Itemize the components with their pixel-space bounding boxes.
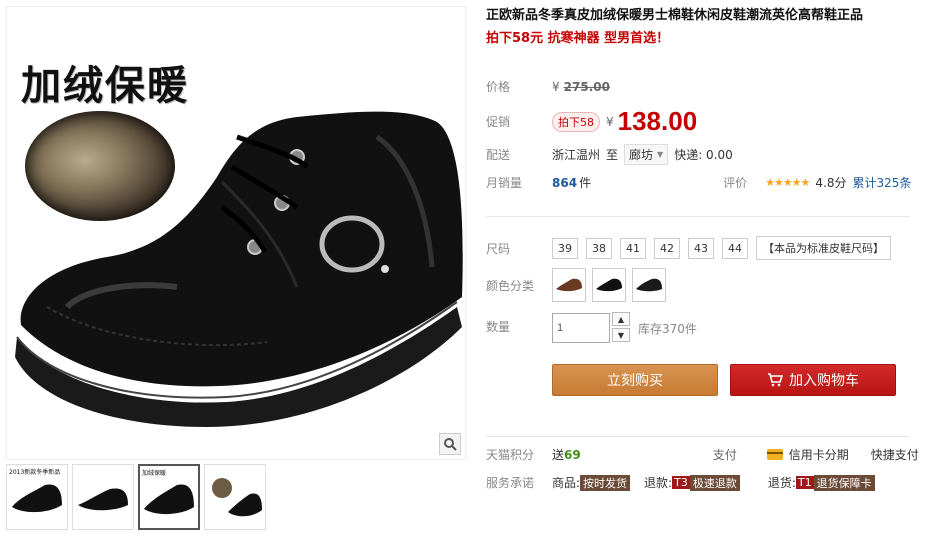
original-price: 275.00 bbox=[563, 79, 610, 94]
fast-refund-badge[interactable]: 极速退款 bbox=[689, 474, 740, 491]
thumbnail-3[interactable]: 加绒保暖 bbox=[138, 464, 200, 530]
services-row: 服务承诺 商品: 按时发货 退款: T3 极速退款 退货: T1 退货保障卡 bbox=[486, 474, 875, 491]
stock-count: 库存370件 bbox=[638, 321, 697, 336]
size-option-44[interactable]: 44 bbox=[722, 237, 748, 259]
price-label: 价格 bbox=[486, 80, 511, 94]
quantity-increase-button[interactable]: ▲ bbox=[612, 312, 630, 326]
credit-card-icon bbox=[766, 449, 783, 460]
quick-pay[interactable]: 快捷支付 bbox=[871, 446, 919, 463]
shipping-row: 配送 浙江温州 至 廊坊 ▼ 快递: 0.00 bbox=[486, 144, 733, 165]
add-to-cart-button[interactable]: 加入购物车 bbox=[730, 364, 896, 396]
divider bbox=[486, 216, 910, 217]
ontime-ship-badge[interactable]: 按时发货 bbox=[580, 474, 631, 491]
promo-row: 促销 拍下58 ¥ 138.00 bbox=[486, 106, 697, 137]
review-count-link[interactable]: 累计325条 bbox=[853, 174, 912, 191]
add-to-cart-label: 加入购物车 bbox=[789, 373, 859, 389]
destination-value: 廊坊 bbox=[629, 148, 654, 162]
pay-label: 支付 bbox=[712, 448, 737, 462]
services-label: 服务承诺 bbox=[486, 476, 535, 490]
refund-label: 退款: bbox=[644, 476, 673, 490]
product-subtitle: 拍下58元 抗寒神器 型男首选！ bbox=[486, 31, 670, 46]
black-shoe-icon bbox=[636, 278, 662, 292]
thumbnail-4[interactable] bbox=[204, 464, 266, 530]
size-label: 尺码 bbox=[486, 241, 511, 256]
ship-to-word: 至 bbox=[606, 148, 619, 162]
size-option-38[interactable]: 38 bbox=[586, 237, 612, 259]
shoe-illustration bbox=[15, 111, 463, 427]
shipping-label: 配送 bbox=[486, 148, 511, 162]
color-swatch-brown[interactable] bbox=[552, 268, 586, 302]
return-guarantee-badge[interactable]: 退货保障卡 bbox=[813, 474, 875, 491]
chevron-down-icon: ▼ bbox=[657, 150, 664, 159]
price-row: 价格 ¥ 275.00 bbox=[486, 78, 610, 95]
quantity-input[interactable] bbox=[552, 313, 610, 343]
size-option-42[interactable]: 42 bbox=[654, 237, 680, 259]
ship-from: 浙江温州 bbox=[552, 148, 601, 162]
black-shoe-icon bbox=[596, 278, 622, 292]
quantity-label: 数量 bbox=[486, 320, 511, 334]
refund-code: T3 bbox=[672, 476, 690, 489]
points-prefix: 送 bbox=[552, 448, 565, 462]
rating-label: 评价 bbox=[723, 176, 748, 190]
points-label: 天猫积分 bbox=[486, 448, 535, 462]
cart-icon bbox=[768, 373, 783, 387]
return-code: T1 bbox=[795, 476, 814, 489]
color-row: 颜色分类 bbox=[486, 268, 672, 302]
thumbnail-tag: 加绒保暖 bbox=[142, 470, 167, 477]
buy-now-button[interactable]: 立刻购买 bbox=[552, 364, 718, 396]
quantity-decrease-button[interactable]: ▼ bbox=[612, 328, 630, 342]
size-option-43[interactable]: 43 bbox=[688, 237, 714, 259]
sales-label: 月销量 bbox=[486, 176, 523, 190]
return-label: 退货: bbox=[767, 476, 796, 490]
size-option-41[interactable]: 41 bbox=[620, 237, 646, 259]
rating-stars: ★★★★★ bbox=[765, 176, 810, 189]
thumbnail-1[interactable]: 2013新款冬季新品 bbox=[6, 464, 68, 530]
points-value: 69 bbox=[564, 447, 581, 462]
credit-installment[interactable]: 信用卡分期 bbox=[789, 446, 849, 463]
divider bbox=[486, 436, 910, 437]
destination-select[interactable]: 廊坊 ▼ bbox=[624, 144, 669, 165]
sales-count: 864 bbox=[552, 175, 578, 190]
color-swatch-black-1[interactable] bbox=[592, 268, 626, 302]
size-option-39[interactable]: 39 bbox=[552, 237, 578, 259]
yen-symbol: ¥ bbox=[552, 79, 560, 94]
promo-badge: 拍下58 bbox=[552, 111, 600, 132]
thumbnail-strip: 2013新款冬季新品 加绒保暖 bbox=[6, 464, 266, 534]
rating-score: 4.8分 bbox=[815, 176, 847, 190]
quantity-stepper: ▲ ▼ bbox=[612, 312, 630, 344]
product-info: 正欧新品冬季真皮加绒保暖男士棉鞋休闲皮鞋潮流英伦高帮鞋正品 拍下58元 抗寒神器… bbox=[486, 6, 926, 50]
goods-label: 商品: bbox=[552, 476, 581, 490]
thumbnail-2[interactable] bbox=[72, 464, 134, 530]
product-title: 正欧新品冬季真皮加绒保暖男士棉鞋休闲皮鞋潮流英伦高帮鞋正品 bbox=[486, 8, 864, 23]
zoom-button[interactable] bbox=[439, 433, 461, 455]
size-row: 尺码 39 38 41 42 43 44 【本品为标准皮鞋尺码】 bbox=[486, 236, 891, 260]
promo-price: 138.00 bbox=[617, 106, 698, 136]
brown-shoe-icon bbox=[556, 278, 582, 292]
express-fee: 快递: 0.00 bbox=[674, 148, 733, 162]
quantity-row: 数量 ▲ ▼ 库存370件 bbox=[486, 312, 697, 344]
color-swatch-black-2[interactable] bbox=[632, 268, 666, 302]
thumbnail-tag: 2013新款冬季新品 bbox=[9, 469, 61, 476]
sales-row: 月销量 864 件 评价 ★★★★★ 4.8分 累计325条 bbox=[486, 174, 911, 191]
main-product-image: 加绒保暖 bbox=[6, 6, 466, 460]
magnifier-icon bbox=[444, 438, 457, 451]
sales-unit: 件 bbox=[579, 176, 592, 190]
promo-label: 促销 bbox=[486, 115, 511, 129]
color-label: 颜色分类 bbox=[486, 278, 535, 293]
yen-symbol: ¥ bbox=[606, 114, 614, 129]
size-note[interactable]: 【本品为标准皮鞋尺码】 bbox=[756, 236, 891, 260]
points-row: 天猫积分 送 69 支付 信用卡分期 快捷支付 bbox=[486, 446, 919, 463]
